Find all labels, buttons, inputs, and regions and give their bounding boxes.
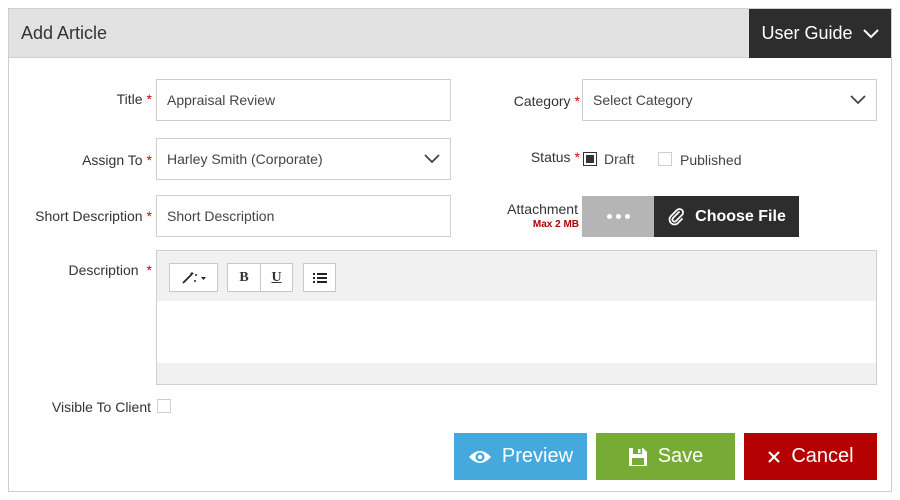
- description-editor: B U: [156, 250, 877, 385]
- assign-to-label: Assign To *: [82, 152, 152, 168]
- style-dropdown-button[interactable]: [169, 263, 218, 292]
- preview-label: Preview: [501, 445, 574, 467]
- published-checkbox[interactable]: [658, 152, 672, 166]
- title-input[interactable]: Appraisal Review: [156, 79, 451, 121]
- published-label: Published: [680, 152, 742, 168]
- preview-button[interactable]: Preview: [454, 433, 587, 480]
- save-label: Save: [657, 445, 704, 467]
- title-label: Title *: [116, 91, 152, 107]
- title-value: Appraisal Review: [167, 92, 276, 108]
- category-select[interactable]: Select Category: [582, 79, 877, 121]
- visible-to-client-label: Visible To Client: [51, 399, 151, 415]
- draft-checkbox[interactable]: [583, 152, 597, 166]
- magic-wand-icon: [181, 271, 206, 284]
- assign-to-value: Harley Smith (Corporate): [167, 151, 323, 167]
- floppy-disk-icon: [628, 447, 647, 466]
- short-description-label: Short Description *: [35, 208, 152, 224]
- attachment-filename-box[interactable]: [582, 196, 654, 237]
- description-textarea[interactable]: [157, 301, 876, 363]
- chevron-down-icon: [424, 154, 440, 164]
- short-description-placeholder: Short Description: [167, 208, 275, 224]
- attachment-label: Attachment: [507, 201, 578, 217]
- chevron-down-icon: [850, 95, 866, 105]
- bold-button[interactable]: B: [228, 264, 260, 291]
- cancel-label: Cancel: [791, 445, 854, 467]
- user-guide-label: User Guide: [761, 23, 853, 43]
- page-title: Add Article: [21, 23, 108, 43]
- category-label: Category *: [513, 93, 580, 109]
- paperclip-icon: [668, 207, 685, 225]
- panel-header: Add Article User Guide: [9, 9, 891, 58]
- user-guide-button[interactable]: User Guide: [749, 9, 891, 58]
- short-description-input[interactable]: Short Description: [156, 195, 451, 237]
- cancel-button[interactable]: Cancel: [744, 433, 877, 480]
- attachment-size-hint: Max 2 MB: [532, 219, 579, 230]
- description-label: Description *: [68, 262, 152, 278]
- close-icon: [768, 450, 781, 463]
- underline-button[interactable]: U: [260, 264, 292, 291]
- list-icon: [312, 272, 327, 283]
- format-button-group: B U: [227, 263, 293, 292]
- draft-label: Draft: [604, 151, 635, 167]
- visible-to-client-checkbox[interactable]: [157, 399, 171, 413]
- choose-file-button[interactable]: Choose File: [654, 196, 799, 237]
- assign-to-select[interactable]: Harley Smith (Corporate): [156, 138, 451, 180]
- choose-file-label: Choose File: [695, 207, 786, 225]
- chevron-down-icon: [862, 28, 879, 38]
- save-button[interactable]: Save: [596, 433, 735, 480]
- category-value: Select Category: [593, 92, 693, 108]
- list-button[interactable]: [303, 263, 336, 292]
- eye-icon: [468, 450, 491, 463]
- status-label: Status *: [530, 149, 580, 165]
